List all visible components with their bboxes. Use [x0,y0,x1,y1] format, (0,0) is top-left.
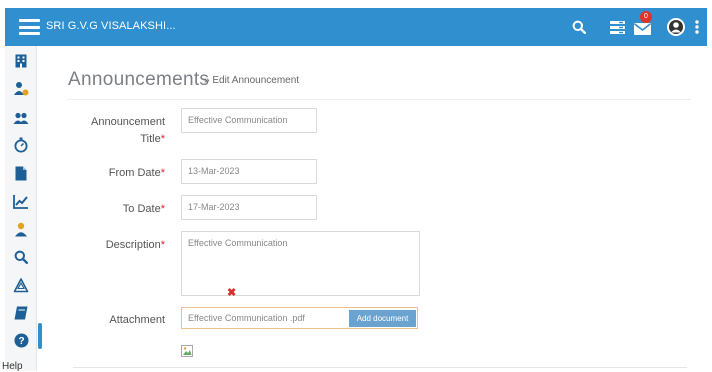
search-icon[interactable] [12,248,30,266]
page-title: Announcements [68,69,210,90]
search-icon[interactable] [570,17,588,37]
announcement-title-field[interactable]: Effective Communication [181,108,317,133]
sidebar: ? [5,46,42,371]
form-bottom-divider [73,367,687,368]
users-icon[interactable] [12,109,30,127]
description-textarea[interactable]: Effective Communication [181,231,420,296]
help-icon[interactable]: ? [12,331,30,349]
from-date-label: From Date* [108,167,165,179]
building-icon[interactable] [12,52,30,70]
avatar[interactable] [665,17,686,37]
recycle-icon[interactable] [12,276,30,294]
required-mark: * [160,239,165,251]
attachment-label: Attachment [109,314,165,326]
stopwatch-icon[interactable] [12,136,30,154]
document-icon[interactable] [12,164,30,182]
add-document-button[interactable]: Add document [349,310,416,327]
more-vertical-icon[interactable] [693,17,701,37]
title-divider [67,99,691,100]
top-bar: SRI G.V.G VISALAKSHI... 0 [5,8,707,46]
list-icon[interactable] [608,17,626,37]
breadcrumb: » Edit Announcement [204,75,300,86]
announcement-title-label: Announcement Title* [35,114,165,148]
svg-text:?: ? [18,336,24,347]
required-mark: * [160,133,165,145]
to-date-field[interactable]: 17-Mar-2023 [181,195,317,220]
book-icon[interactable] [12,304,30,322]
institution-name[interactable]: SRI G.V.G VISALAKSHI... [46,20,176,32]
description-label: Description* [105,239,165,251]
user-money-icon[interactable] [12,80,30,98]
required-mark: * [160,167,165,179]
label-line-1: Announcement [91,116,165,128]
to-date-label: To Date* [122,203,165,215]
notification-badge: 0 [640,11,652,23]
mail-icon[interactable]: 0 [632,11,652,37]
chart-icon[interactable] [12,192,30,210]
remove-attachment-icon[interactable]: ✖ [227,286,236,299]
broken-image-icon [181,345,193,357]
app-frame: SRI G.V.G VISALAKSHI... 0 ? Help Announc… [0,0,712,372]
label-line-2: Title [140,133,161,145]
help-label[interactable]: Help [2,361,23,372]
menu-icon[interactable] [19,19,40,35]
from-date-field[interactable]: 13-Mar-2023 [181,159,317,184]
user-icon[interactable] [12,220,30,238]
required-mark: * [160,203,165,215]
